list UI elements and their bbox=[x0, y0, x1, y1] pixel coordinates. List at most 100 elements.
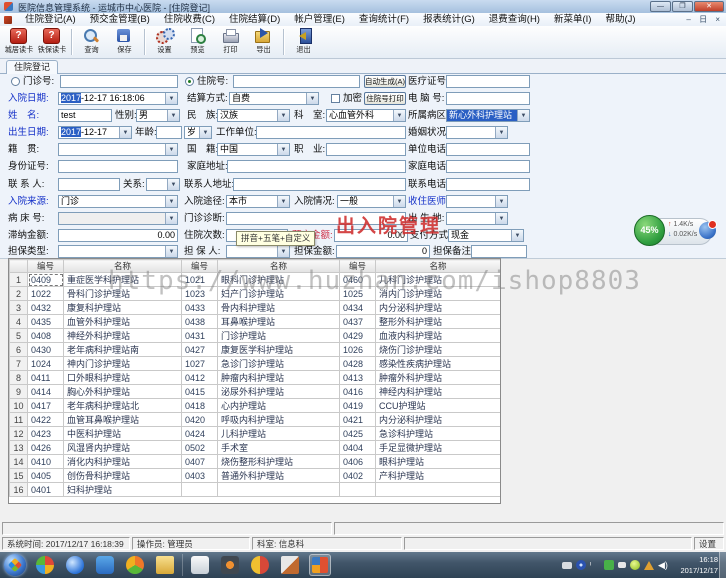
ward-name-cell[interactable]: 妇科护理站 bbox=[64, 483, 182, 497]
taskbar-clock[interactable]: 16:18 2017/12/17 bbox=[672, 554, 718, 576]
ward-code-cell[interactable]: 0429 bbox=[340, 329, 376, 343]
ward-code-cell[interactable]: 0428 bbox=[340, 357, 376, 371]
ward-name-cell[interactable]: 康复医学科护理站 bbox=[218, 343, 340, 357]
ward-code-cell[interactable]: 0405 bbox=[28, 469, 64, 483]
ward-name-cell[interactable]: 手足显微护理站 bbox=[376, 441, 501, 455]
computer-no-input[interactable] bbox=[446, 92, 530, 105]
contact-address-input[interactable] bbox=[233, 178, 406, 191]
active-app-button[interactable] bbox=[309, 554, 331, 576]
admit-route-select[interactable]: 本市▼ bbox=[226, 195, 290, 208]
table-row[interactable]: 90414胸心外科护理站0415泌尿外科护理站0416神经内科护理站 bbox=[10, 385, 501, 399]
column-header[interactable] bbox=[10, 260, 28, 273]
ward-code-cell[interactable]: 0424 bbox=[182, 427, 218, 441]
marriage-select[interactable]: ▼ bbox=[446, 126, 508, 139]
menu-item[interactable]: 帐户管理(E) bbox=[287, 13, 352, 26]
guarantee-type-select[interactable]: ▼ bbox=[58, 245, 178, 258]
open-app-player[interactable] bbox=[219, 554, 241, 576]
table-row[interactable]: 30432康复科护理站0433骨内科护理站0434内分泌科护理站 bbox=[10, 301, 501, 315]
table-row[interactable]: 150405创伤骨科护理站0403普通外科护理站0402产科护理站 bbox=[10, 469, 501, 483]
open-app-misc[interactable] bbox=[249, 554, 271, 576]
medical-cert-input[interactable] bbox=[446, 75, 530, 88]
ward-name-cell[interactable]: 整形外科护理站 bbox=[376, 315, 501, 329]
ward-code-cell[interactable]: 0426 bbox=[28, 441, 64, 455]
ward-code-cell[interactable]: 0435 bbox=[28, 315, 64, 329]
ward-code-cell[interactable]: 0417 bbox=[28, 399, 64, 413]
ward-code-cell[interactable]: 0408 bbox=[28, 329, 64, 343]
menu-item[interactable]: 查询统计(F) bbox=[352, 13, 416, 26]
ward-code-cell[interactable]: 0431 bbox=[182, 329, 218, 343]
gender-select[interactable]: 男▼ bbox=[136, 109, 180, 122]
toolbar-button-search[interactable]: 查询 bbox=[75, 27, 108, 58]
ward-name-cell[interactable]: 血液内科护理站 bbox=[376, 329, 501, 343]
nationality-select[interactable]: 中国▼ bbox=[217, 143, 290, 156]
table-row[interactable]: 160401妇科护理站 bbox=[10, 483, 501, 497]
restore-button[interactable]: ❐ bbox=[672, 1, 693, 12]
native-place-select[interactable]: ▼ bbox=[58, 143, 178, 156]
ward-name-cell[interactable]: 肿瘤内科护理站 bbox=[218, 371, 340, 385]
flag-icon[interactable] bbox=[618, 562, 626, 568]
ward-name-cell[interactable] bbox=[218, 483, 340, 497]
toolbar-button-print[interactable]: 打印 bbox=[214, 27, 247, 58]
ward-code-cell[interactable]: 0423 bbox=[28, 427, 64, 441]
pinned-app-icon-1[interactable] bbox=[34, 554, 56, 576]
menu-item[interactable]: 住院登记(A) bbox=[18, 13, 83, 26]
ward-name-cell[interactable]: 血管耳鼻喉护理站 bbox=[64, 413, 182, 427]
guarantee-note-input[interactable] bbox=[471, 245, 527, 258]
ward-code-cell[interactable]: 0421 bbox=[340, 413, 376, 427]
ward-code-cell[interactable] bbox=[182, 483, 218, 497]
ward-select[interactable]: 新心外科护理站▼ bbox=[446, 109, 530, 122]
ward-name-cell[interactable]: 老年病科护理站南 bbox=[64, 343, 182, 357]
ward-code-cell[interactable]: 0433 bbox=[182, 301, 218, 315]
menu-item[interactable]: 预交金管理(B) bbox=[83, 13, 157, 26]
ward-code-cell[interactable]: 0404 bbox=[340, 441, 376, 455]
encrypt-checkbox[interactable] bbox=[331, 94, 340, 103]
ward-code-cell[interactable]: 0402 bbox=[340, 469, 376, 483]
ward-name-cell[interactable]: 眼科护理站 bbox=[376, 455, 501, 469]
table-row[interactable]: 100417老年病科护理站北0418心内护理站0419CCU护理站 bbox=[10, 399, 501, 413]
ward-name-cell[interactable]: 耳鼻喉护理站 bbox=[218, 315, 340, 329]
ward-name-cell[interactable]: 烧伤门诊护理站 bbox=[376, 343, 501, 357]
ward-name-cell[interactable]: 感染性疾病护理站 bbox=[376, 357, 501, 371]
bed-no-select[interactable]: ▼ bbox=[58, 212, 178, 225]
input-method-icon[interactable]: ᵎ bbox=[590, 560, 600, 570]
envelope-icon[interactable] bbox=[562, 562, 572, 569]
unit-phone-input[interactable] bbox=[446, 143, 530, 156]
ward-name-cell[interactable]: 儿科护理站 bbox=[218, 427, 340, 441]
ward-code-cell[interactable]: 0406 bbox=[340, 455, 376, 469]
memory-ball[interactable]: 45% bbox=[634, 215, 665, 246]
ward-name-cell[interactable]: 门诊护理站 bbox=[218, 329, 340, 343]
ward-name-cell[interactable]: 肿瘤外科护理站 bbox=[376, 371, 501, 385]
pinned-app-icon-browser[interactable] bbox=[64, 554, 86, 576]
job-input[interactable] bbox=[326, 143, 406, 156]
minimize-button[interactable]: — bbox=[650, 1, 671, 12]
pinned-app-icon-netdisk[interactable] bbox=[94, 554, 116, 576]
settle-method-select[interactable]: 自费▼ bbox=[229, 92, 319, 105]
age-input[interactable] bbox=[156, 126, 182, 139]
name-input[interactable]: test bbox=[58, 109, 112, 122]
home-phone-input[interactable] bbox=[446, 160, 530, 173]
pay-method-select[interactable]: 现金▼ bbox=[448, 229, 524, 242]
menu-item[interactable]: 帮助(J) bbox=[598, 13, 642, 26]
table-row[interactable]: 60430老年病科护理站南0427康复医学科护理站1026烧伤门诊护理站 bbox=[10, 343, 501, 357]
ward-name-cell[interactable]: 泌尿外科护理站 bbox=[218, 385, 340, 399]
speed-widget[interactable]: ↑ 1.4K/s ↓ 0.02K/s 45% bbox=[634, 215, 716, 247]
ward-code-cell[interactable]: 0422 bbox=[28, 413, 64, 427]
column-header[interactable]: 编号 bbox=[28, 260, 64, 273]
ward-name-cell[interactable]: 呼吸内科护理站 bbox=[218, 413, 340, 427]
ward-code-cell[interactable]: 1024 bbox=[28, 357, 64, 371]
age-unit-select[interactable]: 岁▼ bbox=[184, 126, 212, 139]
ward-code-cell[interactable]: 0425 bbox=[340, 427, 376, 441]
ward-code-cell[interactable]: 0438 bbox=[182, 315, 218, 329]
ward-name-cell[interactable]: 手术室 bbox=[218, 441, 340, 455]
ward-name-cell[interactable]: 康复科护理站 bbox=[64, 301, 182, 315]
ward-code-cell[interactable]: 0412 bbox=[182, 371, 218, 385]
accelerator-ball[interactable] bbox=[699, 222, 716, 239]
ward-name-cell[interactable]: 创伤骨科护理站 bbox=[64, 469, 182, 483]
ward-code-cell[interactable]: 0419 bbox=[340, 399, 376, 413]
toolbar-button-export[interactable]: 导出 bbox=[247, 27, 280, 58]
table-row[interactable]: 50408神经外科护理站0431门诊护理站0429血液内科护理站 bbox=[10, 329, 501, 343]
ward-code-cell[interactable]: 0420 bbox=[182, 413, 218, 427]
toolbar-button-exit[interactable]: 退出 bbox=[287, 27, 320, 58]
birthplace-select[interactable]: ▼ bbox=[446, 212, 508, 225]
mdi-window-controls[interactable]: – 日 × bbox=[686, 13, 723, 26]
